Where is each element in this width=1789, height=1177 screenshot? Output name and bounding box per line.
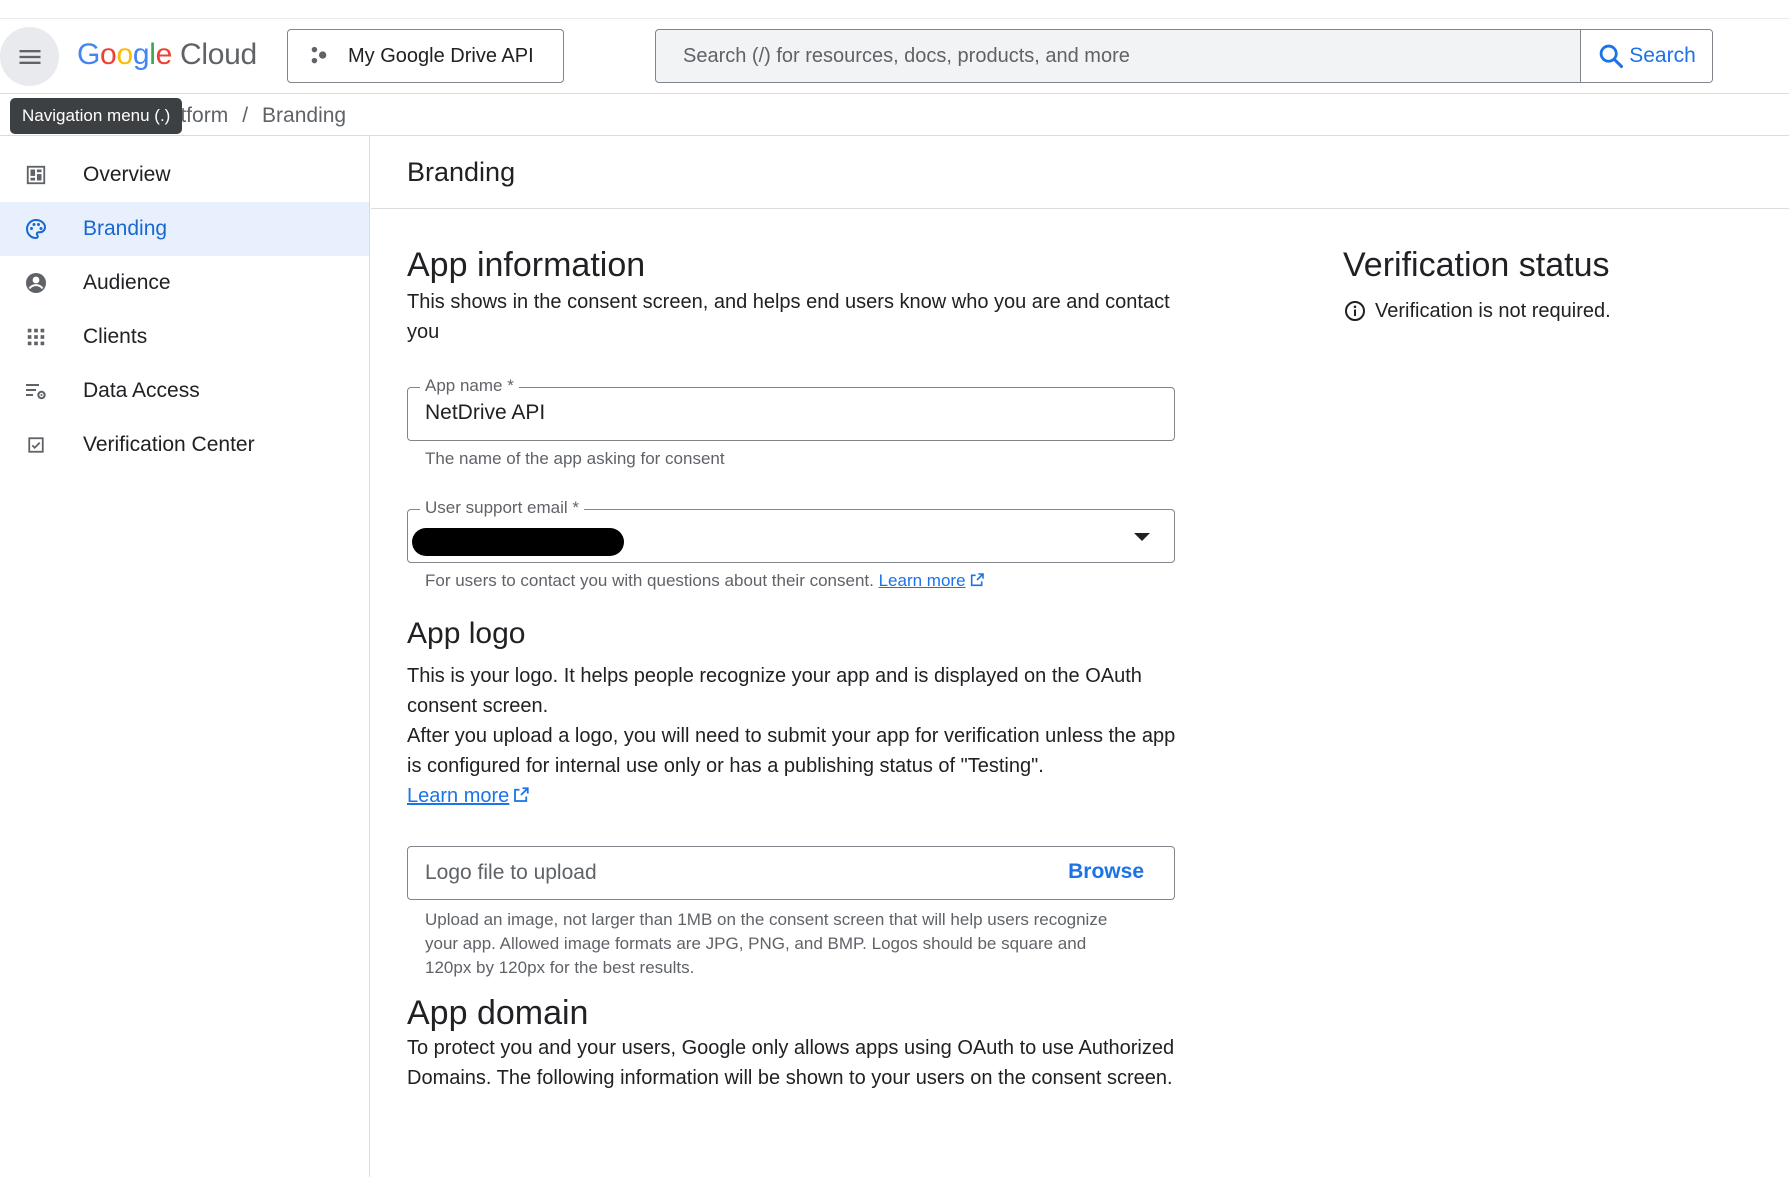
app-domain-description: To protect you and your users, Google on… — [407, 1037, 1175, 1089]
hamburger-menu-icon — [19, 49, 40, 64]
support-email-learn-more-link[interactable]: Learn more — [879, 571, 966, 590]
user-support-email-select[interactable]: User support email * — [407, 498, 1175, 563]
chevron-down-icon — [1134, 533, 1150, 541]
app-logo-verification-note: After you upload a logo, you will need t… — [407, 725, 1176, 777]
user-support-email-hint: For users to contact you with questions … — [407, 569, 1177, 593]
search-input[interactable] — [656, 30, 1580, 82]
verification-status-message-row: Verification is not required. — [1343, 299, 1763, 323]
google-cloud-logo[interactable]: Go o g l e Cloud — [77, 33, 257, 77]
user-support-email-label: User support email * — [420, 498, 585, 518]
sidebar-item-audience[interactable]: Audience — [0, 256, 369, 310]
search-button-label: Search — [1629, 44, 1696, 67]
sidebar-item-label: Audience — [83, 271, 171, 294]
app-logo-learn-more-link[interactable]: Learn more — [407, 785, 509, 807]
list-settings-icon — [24, 379, 48, 403]
sidebar-item-label: Clients — [83, 325, 148, 348]
navigation-menu-button[interactable] — [0, 27, 59, 86]
app-name-label: App name * — [420, 376, 519, 396]
logo-upload-placeholder: Logo file to upload — [425, 861, 597, 884]
verification-status-message: Verification is not required. — [1375, 299, 1611, 322]
sidebar-nav: Overview Branding Audience Clients Data … — [0, 136, 370, 1177]
sidebar-item-branding[interactable]: Branding — [0, 202, 369, 256]
open-in-new-icon — [970, 573, 984, 587]
page-title: Branding — [371, 136, 1789, 209]
logo-upload-hint: Upload an image, not larger than 1MB on … — [425, 910, 1108, 977]
verification-status-panel: Verification status Verification is not … — [1343, 246, 1763, 323]
breadcrumb-item-branding: Branding — [262, 104, 347, 127]
search-bar: Search — [655, 29, 1713, 83]
project-picker-button[interactable]: My Google Drive API — [287, 29, 564, 83]
verification-status-title: Verification status — [1343, 246, 1610, 284]
palette-icon — [24, 217, 48, 241]
branding-form: App information This shows in the consen… — [407, 209, 1177, 1093]
sidebar-item-clients[interactable]: Clients — [0, 310, 369, 364]
app-logo-title: App logo — [407, 617, 526, 650]
search-icon — [1599, 44, 1624, 69]
open-in-new-icon — [514, 787, 529, 802]
sidebar-item-data-access[interactable]: Data Access — [0, 364, 369, 418]
app-name-hint: The name of the app asking for consent — [425, 449, 725, 468]
redacted-email-value — [412, 528, 624, 556]
apps-grid-icon — [24, 325, 48, 349]
project-name: My Google Drive API — [348, 44, 534, 67]
app-name-value: NetDrive API — [425, 401, 546, 424]
dashboard-icon — [24, 163, 48, 187]
search-button[interactable]: Search — [1580, 30, 1712, 82]
app-logo-description: This is your logo. It helps people recog… — [407, 665, 1142, 717]
browse-button[interactable]: Browse — [1068, 860, 1144, 884]
top-app-bar: Go o g l e Cloud My Google Drive API Search — [0, 18, 1789, 94]
app-logo-learn-more: Learn more — [407, 781, 1177, 811]
app-information-title: App information — [407, 246, 646, 284]
account-circle-icon — [24, 271, 48, 295]
sidebar-item-verification-center[interactable]: Verification Center — [0, 418, 369, 472]
info-icon — [1345, 301, 1365, 321]
breadcrumb-separator: / — [242, 104, 249, 127]
sidebar-item-label: Branding — [83, 217, 168, 240]
app-domain-title: App domain — [407, 994, 589, 1032]
navigation-menu-tooltip: Navigation menu (.) — [10, 98, 183, 134]
sidebar-item-label: Data Access — [83, 379, 200, 402]
app-name-field[interactable]: App name * NetDrive API — [407, 376, 1175, 441]
app-information-description: This shows in the consent screen, and he… — [407, 291, 1170, 343]
checkbox-icon — [24, 433, 48, 457]
logo-upload-field[interactable]: Logo file to upload Browse — [407, 846, 1175, 900]
sidebar-item-label: Overview — [83, 163, 171, 186]
project-icon — [311, 46, 327, 64]
sidebar-item-label: Verification Center — [83, 433, 255, 456]
sidebar-item-overview[interactable]: Overview — [0, 148, 369, 202]
